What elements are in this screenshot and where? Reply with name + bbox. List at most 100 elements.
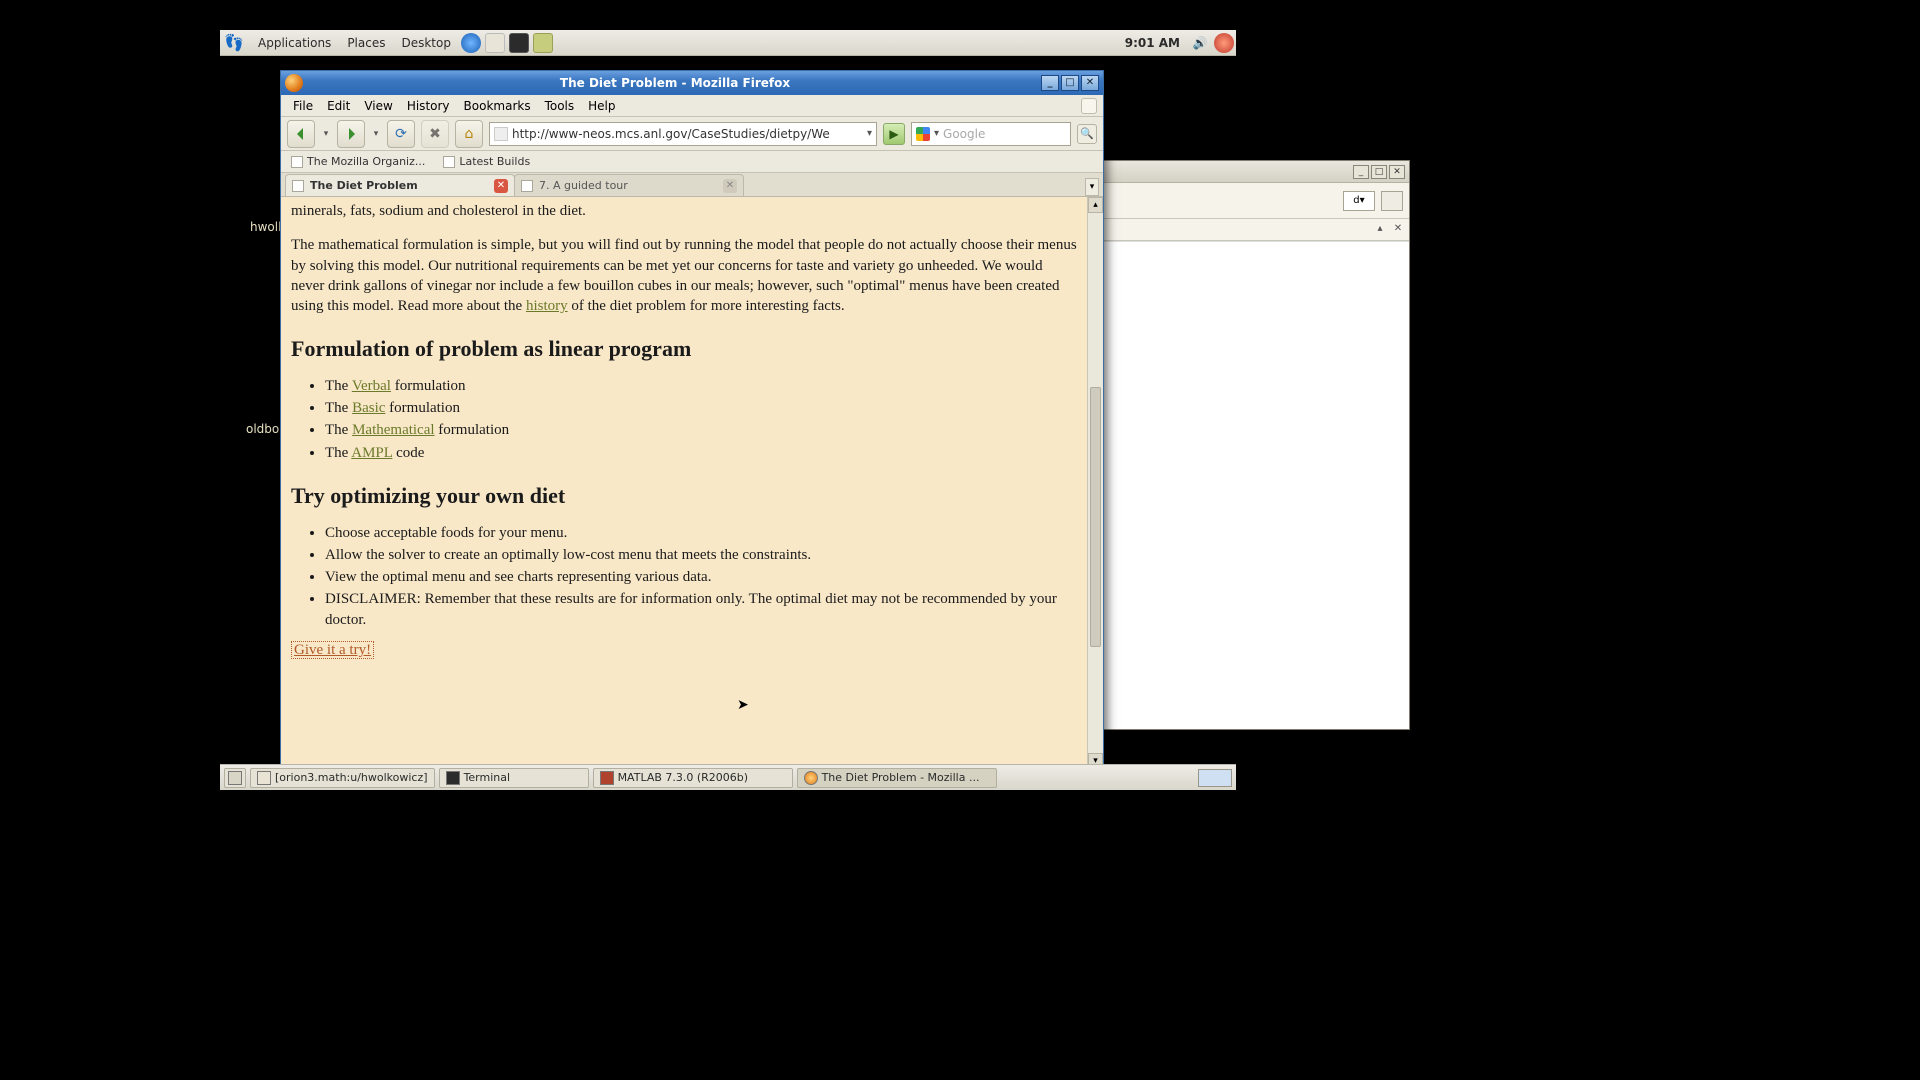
list-item: View the optimal menu and see charts rep…	[325, 567, 1077, 587]
minimize-button[interactable]: _	[1041, 75, 1059, 91]
back-history-dropdown[interactable]: ▾	[321, 129, 331, 139]
menu-help[interactable]: Help	[582, 97, 621, 115]
terminal-launcher-icon[interactable]	[509, 33, 529, 53]
taskbar-item-matlab[interactable]: MATLAB 7.3.0 (R2006b)	[593, 768, 793, 788]
volume-icon[interactable]: 🔊	[1190, 33, 1210, 53]
desktop-icon-label[interactable]: oldbo	[246, 422, 279, 436]
stop-button[interactable]: ✖	[421, 120, 449, 148]
menu-edit[interactable]: Edit	[321, 97, 356, 115]
url-dropdown-icon[interactable]: ▾	[867, 128, 872, 139]
dropdown[interactable]: d ▾	[1343, 191, 1375, 211]
menu-history[interactable]: History	[401, 97, 456, 115]
paragraph-text: of the diet problem for more interesting…	[568, 298, 845, 314]
folder-icon	[257, 771, 271, 785]
bookmark-latest-builds[interactable]: Latest Builds	[439, 153, 534, 170]
list-item: The Mathematical formulation	[325, 420, 1077, 440]
close-button[interactable]: ✕	[1389, 165, 1405, 179]
page-content: minerals, fats, sodium and cholesterol i…	[281, 197, 1087, 769]
link-verbal[interactable]: Verbal	[352, 378, 391, 394]
url-bar[interactable]: http://www-neos.mcs.anl.gov/CaseStudies/…	[489, 122, 877, 146]
window-title: The Diet Problem - Mozilla Firefox	[309, 76, 1041, 90]
tab-diet-problem[interactable]: The Diet Problem ✕	[285, 174, 515, 196]
close-icon[interactable]: ✕	[1391, 223, 1405, 237]
firefox-window: The Diet Problem - Mozilla Firefox _ □ ✕…	[280, 70, 1104, 790]
home-button[interactable]: ⌂	[455, 120, 483, 148]
panel-menu-desktop[interactable]: Desktop	[393, 30, 459, 56]
reload-button[interactable]: ⟳	[387, 120, 415, 148]
gnome-top-panel: 👣 Applications Places Desktop 9:01 AM 🔊	[220, 30, 1236, 56]
bookmark-mozilla-org[interactable]: The Mozilla Organiz...	[287, 153, 429, 170]
browser-viewport: minerals, fats, sodium and cholesterol i…	[281, 197, 1103, 769]
background-window-content	[1101, 241, 1409, 729]
link-basic[interactable]: Basic	[352, 400, 385, 416]
desktop-icon-label[interactable]: hwoll	[250, 220, 281, 234]
minimize-button[interactable]: _	[1353, 165, 1369, 179]
heading-formulation: Formulation of problem as linear program	[291, 334, 1077, 364]
taskbar-item-firefox[interactable]: The Diet Problem - Mozilla ...	[797, 768, 997, 788]
tab-favicon-icon	[521, 180, 533, 192]
forward-history-dropdown[interactable]: ▾	[371, 129, 381, 139]
bookmarks-toolbar: The Mozilla Organiz... Latest Builds	[281, 151, 1103, 173]
menu-view[interactable]: View	[358, 97, 398, 115]
workspace-switcher[interactable]	[1198, 769, 1232, 787]
maximize-button[interactable]: □	[1371, 165, 1387, 179]
close-button[interactable]: ✕	[1081, 75, 1099, 91]
updates-icon[interactable]	[485, 33, 505, 53]
firefox-icon	[804, 771, 818, 785]
go-button[interactable]: ▶	[883, 123, 905, 145]
app-launcher-icon[interactable]	[533, 33, 553, 53]
vertical-scrollbar[interactable]: ▴ ▾	[1087, 197, 1103, 769]
collapse-icon[interactable]: ▴	[1373, 223, 1387, 237]
list-item: Choose acceptable foods for your menu.	[325, 523, 1077, 543]
link-ampl[interactable]: AMPL	[351, 445, 392, 461]
terminal-icon	[446, 771, 460, 785]
show-desktop-button[interactable]	[224, 768, 246, 788]
link-history[interactable]: history	[526, 298, 568, 314]
heading-try: Try optimizing your own diet	[291, 481, 1077, 511]
tab-close-icon[interactable]: ✕	[494, 179, 508, 193]
firefox-menubar: File Edit View History Bookmarks Tools H…	[281, 95, 1103, 117]
link-give-it-a-try[interactable]: Give it a try!	[291, 641, 374, 659]
tab-close-icon[interactable]: ✕	[723, 179, 737, 193]
gnome-foot-icon[interactable]: 👣	[224, 33, 244, 53]
panel-menu-places[interactable]: Places	[339, 30, 393, 56]
firefox-nav-toolbar: ▾ ▾ ⟳ ✖ ⌂ http://www-neos.mcs.anl.gov/Ca…	[281, 117, 1103, 151]
maximize-button[interactable]: □	[1061, 75, 1079, 91]
url-text: http://www-neos.mcs.anl.gov/CaseStudies/…	[512, 127, 830, 141]
list-item: The Basic formulation	[325, 398, 1077, 418]
search-submit-button[interactable]: 🔍	[1077, 124, 1097, 144]
tab-label: 7. A guided tour	[539, 179, 628, 192]
tab-strip: The Diet Problem ✕ 7. A guided tour ✕ ▾	[281, 173, 1103, 197]
menu-bookmarks[interactable]: Bookmarks	[458, 97, 537, 115]
browser-launcher-icon[interactable]	[461, 33, 481, 53]
page-favicon-icon	[494, 127, 508, 141]
menu-tools[interactable]: Tools	[539, 97, 581, 115]
toolbar-button[interactable]	[1381, 191, 1403, 211]
search-placeholder: Google	[943, 127, 985, 141]
menu-file[interactable]: File	[287, 97, 319, 115]
scroll-thumb[interactable]	[1090, 387, 1101, 647]
search-box[interactable]: ▾ Google	[911, 122, 1071, 146]
search-engine-dropdown-icon[interactable]: ▾	[934, 128, 939, 139]
list-item: DISCLAIMER: Remember that these results …	[325, 589, 1077, 630]
desktop-icon	[228, 771, 242, 785]
panel-clock[interactable]: 9:01 AM	[1117, 36, 1188, 50]
taskbar-item-file-manager[interactable]: [orion3.math:u/hwolkowicz]	[250, 768, 435, 788]
tabs-dropdown-button[interactable]: ▾	[1085, 178, 1099, 196]
list-item: Allow the solver to create an optimally …	[325, 545, 1077, 565]
background-window[interactable]: _ □ ✕ d ▾ ▴ ✕	[1100, 160, 1410, 730]
tab-label: The Diet Problem	[310, 179, 418, 192]
google-icon	[916, 127, 930, 141]
tab-guided-tour[interactable]: 7. A guided tour ✕	[514, 174, 744, 196]
link-mathematical[interactable]: Mathematical	[352, 422, 434, 438]
back-button[interactable]	[287, 120, 315, 148]
window-titlebar[interactable]: The Diet Problem - Mozilla Firefox _ □ ✕	[281, 71, 1103, 95]
list-item: The AMPL code	[325, 443, 1077, 463]
panel-menu-applications[interactable]: Applications	[250, 30, 339, 56]
bookmark-icon	[291, 156, 303, 168]
forward-button[interactable]	[337, 120, 365, 148]
taskbar-item-terminal[interactable]: Terminal	[439, 768, 589, 788]
gnome-bottom-panel: [orion3.math:u/hwolkowicz] Terminal MATL…	[220, 764, 1236, 790]
shutdown-icon[interactable]	[1214, 33, 1234, 53]
scroll-up-button[interactable]: ▴	[1088, 197, 1103, 213]
